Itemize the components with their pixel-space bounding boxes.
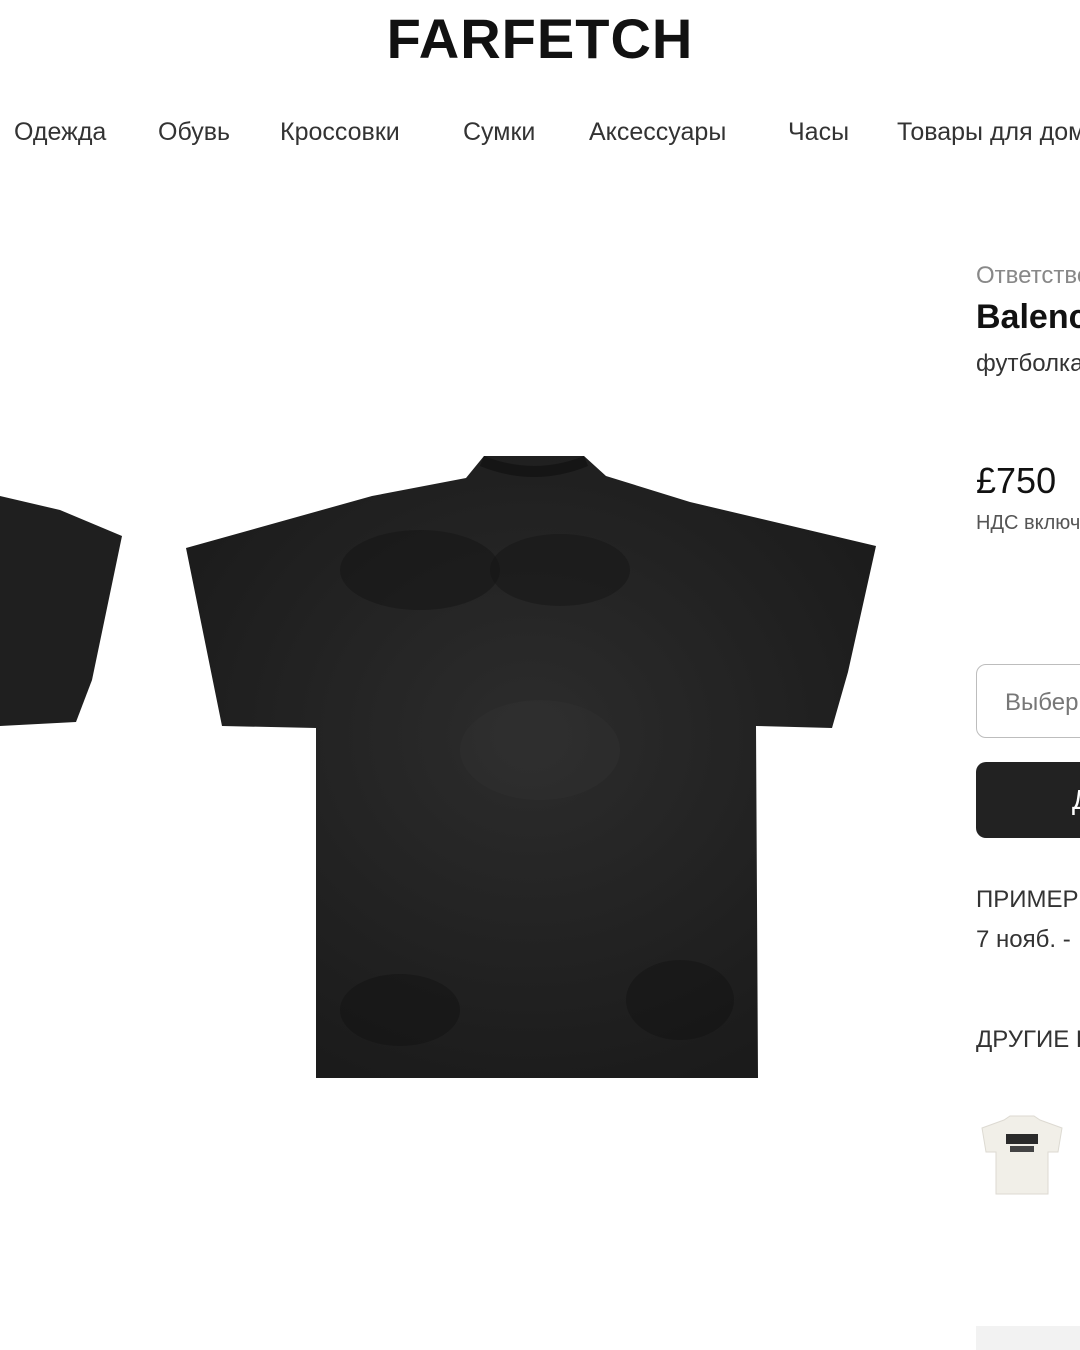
- nav-item-clothing[interactable]: Одежда: [14, 118, 106, 147]
- seller-label: Ответственный: [976, 262, 1080, 289]
- product-price: £750: [976, 460, 1057, 501]
- nav-item-bags[interactable]: Сумки: [463, 118, 535, 147]
- other-colors-title: ДРУГИЕ ЦВЕТА: [976, 1026, 1080, 1053]
- product-description: футболка: [976, 350, 1080, 377]
- white-tshirt-thumbnail-icon: [981, 1115, 1063, 1195]
- nav-item-sneakers[interactable]: Кроссовки: [280, 118, 400, 147]
- nav-item-shoes[interactable]: Обувь: [158, 118, 230, 147]
- black-tshirt-back-image: [0, 456, 876, 1078]
- product-info-panel: Ответственный Balenciaga футболка £750 Н…: [976, 0, 1080, 1350]
- other-color-thumbnail[interactable]: [976, 1108, 1068, 1200]
- farfetch-logo[interactable]: FARFETCH: [0, 8, 1080, 70]
- nav-item-accessories[interactable]: Аксессуары: [589, 118, 726, 147]
- add-to-bag-label: Добавить в корзину: [1072, 784, 1080, 816]
- add-to-bag-button[interactable]: Добавить в корзину: [976, 762, 1080, 838]
- delivery-title: ПРИМЕРНАЯ ДАТА ДОСТАВКИ: [976, 886, 1080, 913]
- brand-name[interactable]: Balenciaga: [976, 298, 1080, 337]
- vat-note: НДС включен: [976, 512, 1080, 534]
- category-nav: Одежда Обувь Кроссовки Сумки Аксессуары …: [0, 112, 1080, 158]
- partial-bottom-card: [976, 1326, 1080, 1350]
- size-select-placeholder: Выберите размер: [1005, 689, 1080, 716]
- product-page: FARFETCH Одежда Обувь Кроссовки Сумки Ак…: [0, 0, 1080, 1350]
- size-select[interactable]: Выберите размер: [976, 664, 1080, 738]
- nav-item-watches[interactable]: Часы: [788, 118, 849, 147]
- delivery-date: 7 нояб. -: [976, 926, 1071, 953]
- product-image-gallery[interactable]: [0, 240, 960, 1240]
